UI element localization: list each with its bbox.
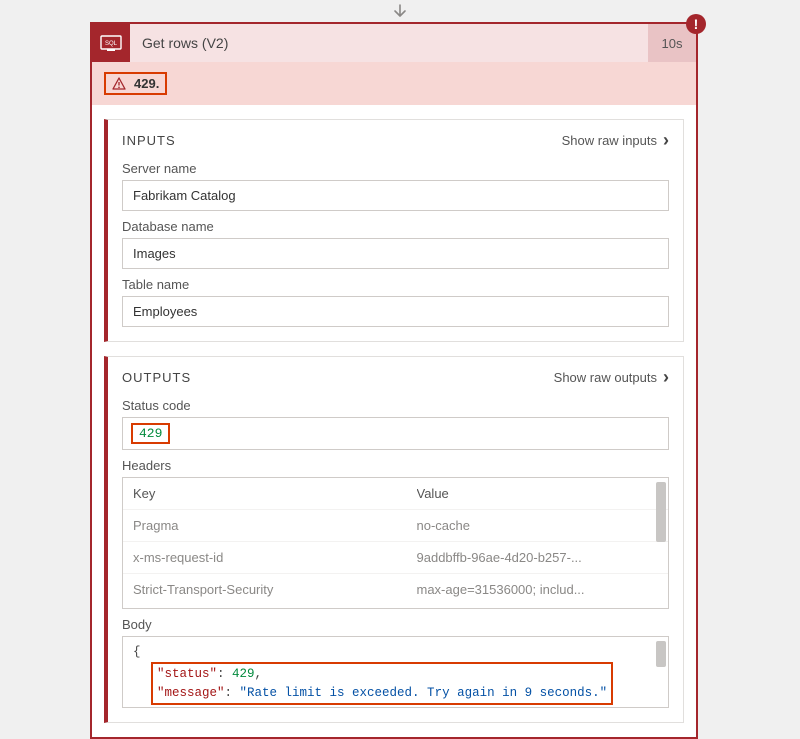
headers-label: Headers (122, 458, 669, 473)
error-banner: 429. (92, 62, 696, 105)
sql-icon: SQL (92, 24, 130, 62)
show-raw-outputs-label: Show raw outputs (554, 370, 657, 385)
show-raw-inputs-link[interactable]: Show raw inputs › (562, 130, 669, 151)
warning-icon (112, 77, 126, 91)
headers-table[interactable]: Key Value Pragma no-cache x-ms-request-i… (122, 477, 669, 609)
server-name-value: Fabrikam Catalog (122, 180, 669, 211)
chevron-right-icon: › (663, 367, 669, 388)
col-key: Key (133, 486, 417, 501)
database-name-value: Images (122, 238, 669, 269)
action-card: ! SQL Get rows (V2) 10s 429. INPUTS Show… (90, 22, 698, 739)
error-badge-icon: ! (686, 14, 706, 34)
outputs-heading: OUTPUTS (122, 370, 554, 385)
error-code: 429. (134, 76, 159, 91)
table-row: x-ms-request-id 9addbffb-96ae-4d20-b257-… (123, 541, 668, 573)
show-raw-inputs-label: Show raw inputs (562, 133, 657, 148)
status-code-field: 429 (122, 417, 669, 450)
status-code-label: Status code (122, 398, 669, 413)
flow-arrow-icon (390, 2, 410, 22)
table-row: Strict-Transport-Security max-age=315360… (123, 573, 668, 605)
body-label: Body (122, 617, 669, 632)
inputs-heading: INPUTS (122, 133, 562, 148)
scrollbar-thumb[interactable] (656, 482, 666, 542)
svg-text:SQL: SQL (105, 41, 118, 47)
scrollbar-thumb[interactable] (656, 641, 666, 667)
status-code-value: 429 (131, 423, 170, 444)
table-header-row: Key Value (123, 478, 668, 509)
inputs-panel: INPUTS Show raw inputs › Server name Fab… (104, 119, 684, 342)
chevron-right-icon: › (663, 130, 669, 151)
outputs-panel: OUTPUTS Show raw outputs › Status code 4… (104, 356, 684, 723)
body-json[interactable]: { "status": 429, "message": "Rate limit … (122, 636, 669, 708)
table-name-label: Table name (122, 277, 669, 292)
server-name-label: Server name (122, 161, 669, 176)
table-row: Pragma no-cache (123, 509, 668, 541)
database-name-label: Database name (122, 219, 669, 234)
show-raw-outputs-link[interactable]: Show raw outputs › (554, 367, 669, 388)
col-value: Value (417, 486, 659, 501)
card-title: Get rows (V2) (130, 24, 648, 62)
card-header[interactable]: SQL Get rows (V2) 10s (92, 24, 696, 62)
table-name-value: Employees (122, 296, 669, 327)
